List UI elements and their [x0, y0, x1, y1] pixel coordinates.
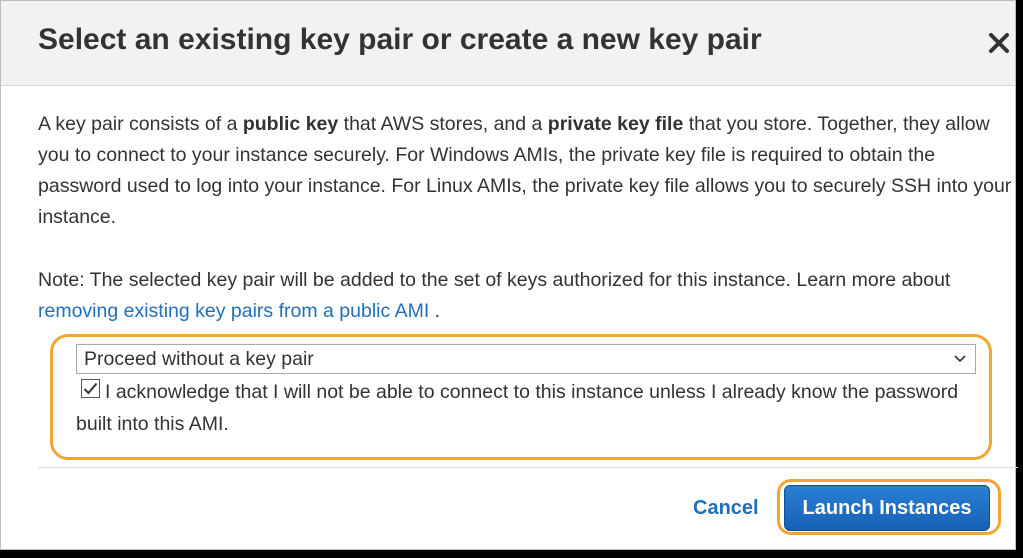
dialog-title: Select an existing key pair or create a … — [38, 23, 762, 56]
dialog-body: A key pair consists of a public key that… — [38, 109, 1018, 327]
close-icon — [989, 33, 1009, 53]
note-text: Note: The selected key pair will be adde… — [38, 269, 951, 291]
footer-divider — [38, 467, 1018, 468]
intro-text-2: that AWS stores, and a — [338, 113, 548, 135]
key-pair-dialog: Select an existing key pair or create a … — [0, 0, 1018, 550]
dialog-header: Select an existing key pair or create a … — [1, 1, 1015, 86]
acknowledge-label: I acknowledge that I will not be able to… — [76, 381, 959, 435]
key-pair-selected-value: Proceed without a key pair — [84, 348, 314, 370]
note-paragraph: Note: The selected key pair will be adde… — [38, 265, 1018, 327]
cancel-button[interactable]: Cancel — [693, 497, 759, 520]
key-pair-select[interactable]: Proceed without a key pair — [76, 344, 976, 374]
launch-instances-button[interactable]: Launch Instances — [784, 485, 990, 531]
close-button[interactable] — [985, 29, 1013, 57]
chevron-down-icon — [954, 355, 966, 363]
intro-paragraph: A key pair consists of a public key that… — [38, 109, 1018, 233]
intro-bold-public-key: public key — [242, 113, 339, 135]
note-end: . — [429, 300, 441, 322]
intro-text-1: A key pair consists of a — [38, 113, 243, 135]
remove-key-pairs-link[interactable]: removing existing key pairs from a publi… — [38, 300, 429, 322]
intro-bold-private-key: private key file — [547, 113, 684, 135]
